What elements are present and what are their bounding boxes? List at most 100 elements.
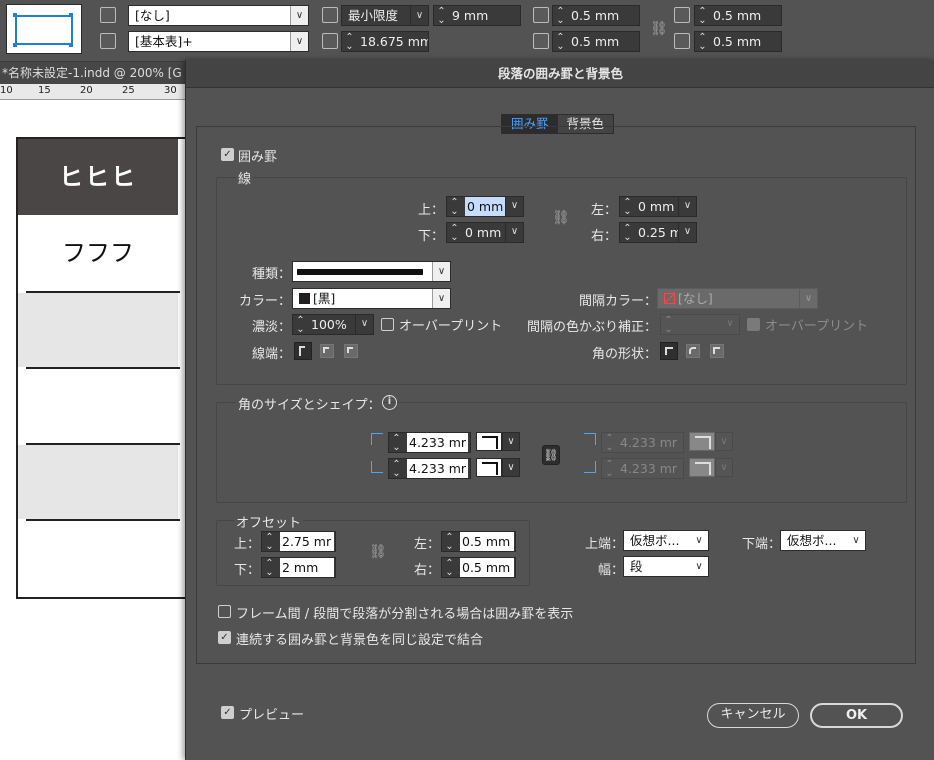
table-cell[interactable] [18, 445, 178, 519]
corner-top-right-stepper[interactable]: ⌃ ⌄ 4.233 mr [601, 432, 684, 453]
info-icon[interactable]: i [382, 395, 397, 410]
black-swatch-icon [299, 293, 310, 304]
merge-option-checkbox[interactable]: ✓ [218, 631, 231, 644]
row-height-stepper[interactable]: ⌃ ⌄ 9 mm [433, 5, 521, 26]
frame-preview [15, 15, 73, 45]
inset-top-stepper[interactable]: ⌃ ⌄ 0.5 mm [552, 5, 640, 26]
ruler-tick: 30 [164, 85, 177, 96]
gap-color-select[interactable]: [なし] ∨ [657, 288, 818, 309]
inset-left-stepper[interactable]: ⌃ ⌄ 0.5 mm [694, 5, 782, 26]
row-height-mode-select[interactable]: 最小限度 ∨ [341, 5, 429, 26]
butt-cap-icon[interactable] [294, 342, 312, 360]
stroke-right-stepper[interactable]: ⌃ ⌄ 0.25 m ∨ [619, 222, 697, 243]
stroke-left-stepper[interactable]: ⌃ ⌄ 0 mm ∨ [619, 196, 697, 217]
ruler-tick: 25 [122, 85, 135, 96]
reference-point-proxy[interactable] [6, 4, 82, 54]
offset-right-stepper[interactable]: ⌃ ⌄ 0.5 mm [441, 557, 516, 578]
table-style-select[interactable]: [基本表]+ ∨ [128, 31, 309, 52]
stroke-top-stepper[interactable]: ⌃ ⌄ 0 mm ∨ [446, 196, 524, 217]
stroke-color-select[interactable]: [黒] ∨ [292, 288, 451, 309]
paragraph-border-shading-dialog: 段落の囲み罫と背景色 囲み罫 背景色 ✓ 囲み罫 線 上： ⌃ ⌄ 0 mm ∨ 下：… [185, 60, 934, 760]
border-checkbox-label: 囲み罫 [238, 150, 278, 165]
cell-style-icon [100, 7, 116, 23]
document-table[interactable]: ヒヒヒ フフフ [16, 137, 191, 599]
inset-right-stepper[interactable]: ⌃ ⌄ 0.5 mm [694, 31, 782, 52]
corner-bottom-right-stepper[interactable]: ⌃ ⌄ 4.233 mr [601, 458, 684, 479]
inset-bottom-icon [533, 33, 549, 49]
gap-overprint-checkbox[interactable] [747, 318, 760, 331]
gap-tint-label: 間隔の色かぶり補正： [527, 320, 658, 335]
top-edge-select[interactable]: 仮想ボ... ∨ [623, 530, 709, 551]
preview-checkbox[interactable]: ✓ [221, 706, 234, 719]
corner-shape-bottom-right-select[interactable] [689, 458, 715, 477]
link-corners-icon[interactable]: ⛓ [542, 445, 560, 465]
cap-label: 線端： [252, 347, 292, 362]
corner-section-title: 角のサイズとシェイプ： [236, 394, 383, 413]
overprint-checkbox[interactable] [381, 318, 394, 331]
inset-left-icon [674, 7, 690, 23]
corner-shape-top-left-select[interactable] [476, 432, 502, 451]
offset-right-label: 右： [414, 563, 441, 578]
width-select[interactable]: 段 ∨ [623, 556, 709, 577]
round-cap-icon[interactable] [320, 344, 334, 358]
cancel-button[interactable]: キャンセル [707, 703, 799, 728]
top-edge-label: 上端： [585, 537, 625, 552]
inset-bottom-stepper[interactable]: ⌃ ⌄ 0.5 mm [552, 31, 640, 52]
top-label: 上： [418, 203, 445, 218]
corner-bottom-left-stepper[interactable]: ⌃ ⌄ 4.233 mr [388, 458, 471, 479]
table-cell[interactable] [18, 369, 178, 443]
offset-section-title: オフセット [234, 512, 304, 531]
stroke-bottom-stepper[interactable]: ⌃ ⌄ 0 mm ∨ [446, 222, 524, 243]
table-header-cell[interactable]: ヒヒヒ [18, 139, 178, 215]
link-offsets-icon[interactable]: ⛓ [369, 544, 387, 560]
corner-shape-top-left-dropdown[interactable]: ∨ [502, 432, 520, 451]
offset-bottom-label: 下： [234, 563, 261, 578]
stroke-section-title: 線 [236, 168, 254, 187]
split-option-label: フレーム間 / 段間で段落が分割される場合は囲み罫を表示 [236, 607, 574, 622]
table-cell[interactable] [18, 293, 178, 367]
table-cell[interactable]: フフフ [18, 215, 178, 291]
split-option-checkbox[interactable] [218, 605, 231, 618]
link-stroke-weights-icon[interactable]: ⛓ [552, 210, 570, 226]
corner-top-left-stepper[interactable]: ⌃ ⌄ 4.233 mr [388, 432, 471, 453]
ok-button[interactable]: OK [810, 703, 903, 728]
gap-overprint-label: オーバープリント [765, 319, 869, 334]
corner-shape-bottom-left-dropdown[interactable]: ∨ [502, 458, 520, 477]
inset-top-icon [533, 7, 549, 23]
none-swatch-icon [664, 293, 675, 304]
bevel-join-icon[interactable] [710, 344, 724, 358]
offset-top-stepper[interactable]: ⌃ ⌄ 2.75 mr [261, 531, 336, 552]
table-style-icon [100, 33, 116, 49]
top-left-corner-icon [371, 433, 383, 445]
top-right-corner-icon [584, 433, 596, 445]
bottom-right-corner-icon [584, 461, 596, 473]
bottom-edge-select[interactable]: 仮想ボ... ∨ [780, 530, 866, 551]
width-label: 幅： [598, 563, 625, 578]
corner-shape-bottom-right-dropdown[interactable]: ∨ [715, 458, 733, 477]
border-checkbox[interactable]: ✓ [221, 148, 234, 161]
corner-shape-top-right-dropdown[interactable]: ∨ [715, 432, 733, 451]
corner-shape-top-right-select[interactable] [689, 432, 715, 451]
type-label: 種類： [252, 267, 292, 282]
offset-bottom-stepper[interactable]: ⌃ ⌄ 2 mm [261, 557, 336, 578]
tint-stepper[interactable]: ⌃ ⌄ 100% ∨ [292, 314, 374, 335]
link-insets-icon[interactable]: ⛓ [650, 21, 668, 37]
bottom-edge-label: 下端： [742, 537, 782, 552]
corner-shape-bottom-left-select[interactable] [476, 458, 502, 477]
ruler-tick: 15 [38, 85, 51, 96]
miter-join-icon[interactable] [660, 342, 678, 360]
right-label: 右： [591, 229, 618, 244]
row-height-icon [322, 7, 338, 23]
document-tab[interactable]: *名称未設定-1.indd @ 200% [G [0, 62, 185, 84]
gap-tint-stepper[interactable]: ⌃ ⌄ ∨ [660, 314, 740, 335]
tint-label: 濃淡： [252, 320, 292, 335]
stroke-type-select[interactable]: ∨ [292, 261, 451, 282]
projecting-cap-icon[interactable] [344, 344, 358, 358]
left-label: 左： [591, 203, 618, 218]
table-cell[interactable] [18, 521, 178, 597]
column-width-stepper[interactable]: ⌃ ⌄ 18.675 mm [341, 31, 429, 52]
ruler-tick: 20 [80, 85, 93, 96]
round-join-icon[interactable] [686, 344, 700, 358]
cell-style-select[interactable]: [なし] ∨ [128, 5, 309, 26]
offset-left-stepper[interactable]: ⌃ ⌄ 0.5 mm [441, 531, 516, 552]
